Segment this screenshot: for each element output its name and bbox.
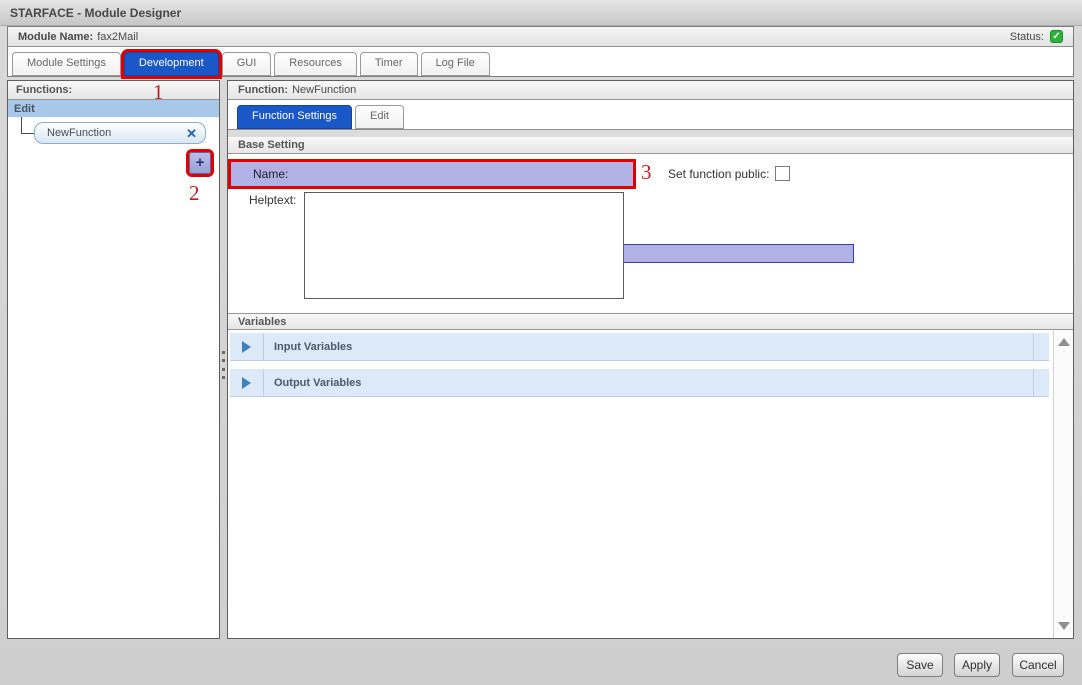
tab-function-settings[interactable]: Function Settings bbox=[237, 105, 352, 129]
main-tab-bar: Module Settings Development GUI Resource… bbox=[8, 47, 1073, 76]
window-title: STARFACE - Module Designer bbox=[10, 6, 181, 20]
helptext-textarea[interactable] bbox=[304, 192, 624, 299]
function-name-row: Name: bbox=[231, 162, 633, 186]
apply-button[interactable]: Apply bbox=[954, 653, 1000, 677]
separator bbox=[228, 129, 1073, 137]
row-end-cell bbox=[1033, 333, 1049, 360]
module-name-bar: Module Name: fax2Mail Status: ✓ bbox=[8, 27, 1073, 47]
tree-item-newfunction[interactable]: NewFunction ✕ bbox=[34, 122, 206, 144]
annotation-step-1: 1 bbox=[153, 80, 164, 105]
output-variables-row[interactable]: Output Variables bbox=[230, 369, 1049, 397]
set-function-public-checkbox[interactable] bbox=[775, 166, 790, 181]
function-tab-bar: Function Settings Edit bbox=[228, 100, 1073, 129]
name-label: Name: bbox=[253, 167, 288, 181]
tab-log-file[interactable]: Log File bbox=[421, 52, 490, 76]
top-frame: Module Name: fax2Mail Status: ✓ Module S… bbox=[7, 26, 1074, 77]
module-name-value: fax2Mail bbox=[97, 31, 138, 43]
functions-panel: Functions: Edit NewFunction ✕ + bbox=[7, 80, 220, 639]
input-variables-row[interactable]: Input Variables bbox=[230, 333, 1049, 361]
annotation-step-3: 3 bbox=[641, 160, 652, 185]
tree-connector-line bbox=[21, 133, 35, 134]
vertical-scrollbar[interactable] bbox=[1053, 330, 1073, 638]
panel-splitter-handle[interactable] bbox=[221, 351, 226, 379]
cancel-button[interactable]: Cancel bbox=[1012, 653, 1064, 677]
tree-connector-line bbox=[21, 117, 22, 134]
tree-item-label: NewFunction bbox=[47, 127, 186, 139]
tab-development[interactable]: Development bbox=[124, 52, 219, 76]
variables-scroll-area: Input Variables Output Variables bbox=[228, 330, 1073, 638]
scroll-down-icon[interactable] bbox=[1058, 622, 1070, 630]
row-end-cell bbox=[1033, 369, 1049, 396]
functions-panel-header: Functions: bbox=[8, 81, 219, 100]
add-function-button[interactable]: + bbox=[189, 152, 211, 174]
tab-function-edit[interactable]: Edit bbox=[355, 105, 404, 129]
function-header-value: NewFunction bbox=[292, 84, 356, 96]
module-name-label: Module Name: bbox=[18, 31, 93, 43]
input-variables-expand-toggle[interactable] bbox=[230, 333, 264, 360]
chevron-right-icon bbox=[242, 377, 251, 389]
status-label: Status: bbox=[1010, 31, 1044, 43]
window-titlebar: STARFACE - Module Designer bbox=[0, 0, 1082, 26]
tab-timer[interactable]: Timer bbox=[360, 52, 418, 76]
save-button[interactable]: Save bbox=[897, 653, 943, 677]
close-icon[interactable]: ✕ bbox=[186, 127, 197, 140]
input-variables-label: Input Variables bbox=[264, 333, 1033, 360]
output-variables-label: Output Variables bbox=[264, 369, 1033, 396]
set-function-public-label: Set function public: bbox=[668, 167, 769, 181]
variables-header: Variables bbox=[228, 313, 1073, 330]
chevron-right-icon bbox=[242, 341, 251, 353]
function-panel-header: Function: NewFunction bbox=[228, 81, 1073, 100]
annotation-step-2: 2 bbox=[189, 181, 200, 206]
helptext-label: Helptext: bbox=[249, 193, 296, 207]
tab-resources[interactable]: Resources bbox=[274, 52, 357, 76]
base-setting-header: Base Setting bbox=[228, 137, 1073, 154]
function-header-label: Function: bbox=[238, 84, 288, 96]
plus-icon: + bbox=[196, 154, 205, 171]
output-variables-expand-toggle[interactable] bbox=[230, 369, 264, 396]
tab-gui[interactable]: GUI bbox=[222, 52, 272, 76]
tab-module-settings[interactable]: Module Settings bbox=[12, 52, 121, 76]
scroll-up-icon[interactable] bbox=[1058, 338, 1070, 346]
status-ok-icon: ✓ bbox=[1050, 30, 1063, 43]
tree-root-edit[interactable]: Edit bbox=[8, 100, 219, 117]
